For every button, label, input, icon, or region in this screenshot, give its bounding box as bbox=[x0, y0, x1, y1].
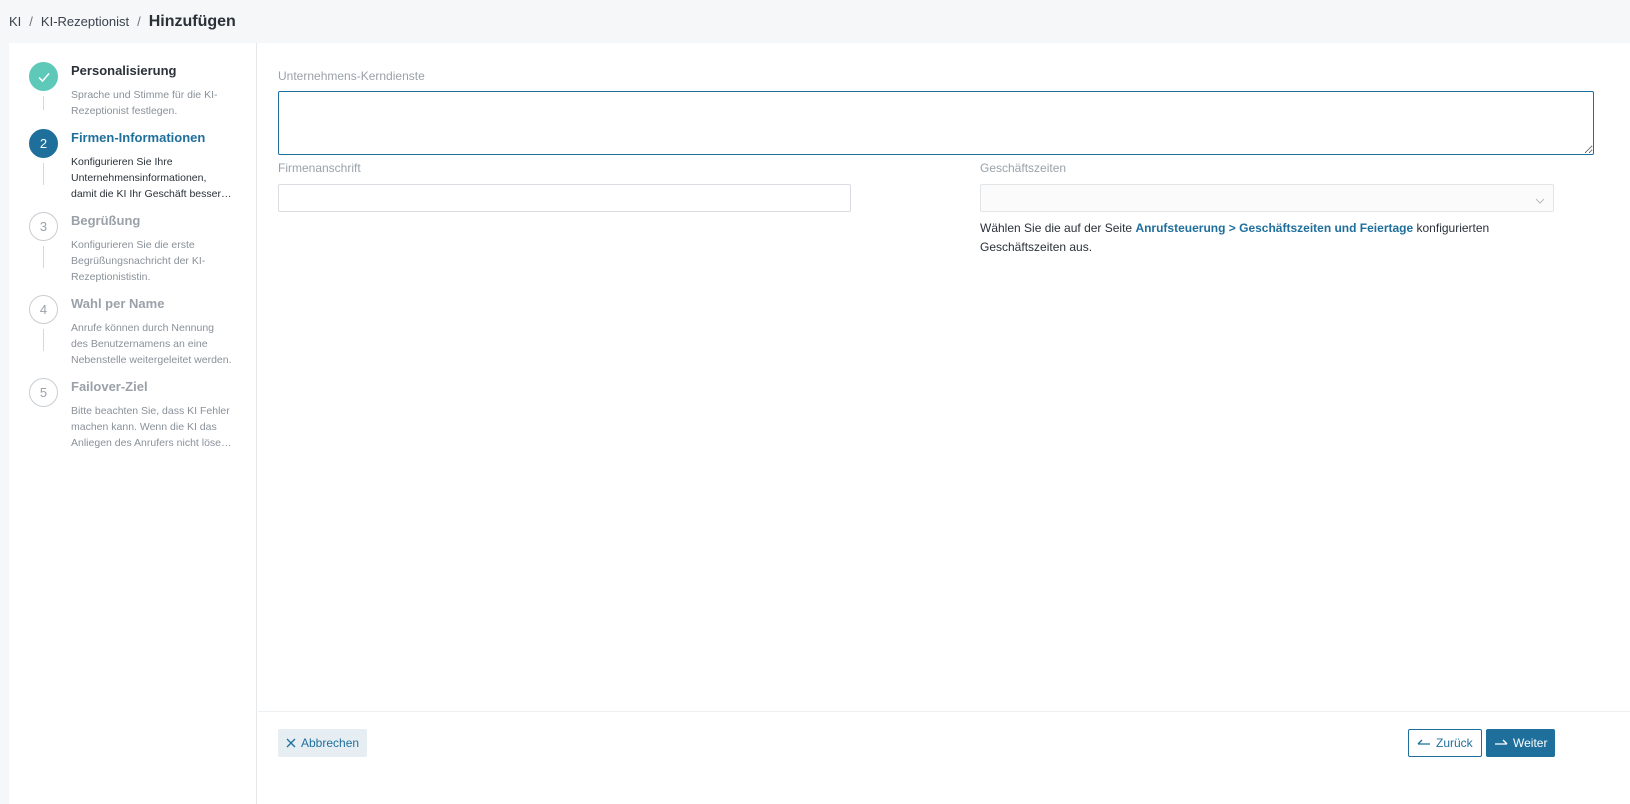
step-description: Konfigurieren Sie Ihre Unternehmensinfor… bbox=[71, 156, 232, 200]
page-title: Hinzufügen bbox=[148, 12, 236, 30]
breadcrumb: KI / KI-Rezeptionist / Hinzufügen bbox=[0, 0, 1630, 43]
step-description: Sprache und Stimme für die KI- Rezeption… bbox=[71, 89, 218, 117]
next-button[interactable]: Weiter bbox=[1486, 729, 1556, 757]
core-services-textarea[interactable] bbox=[278, 91, 1594, 155]
business-hours-label: Geschäftszeiten bbox=[980, 161, 1067, 175]
close-icon bbox=[286, 738, 296, 748]
step-connector bbox=[43, 163, 44, 185]
step-number-badge: 4 bbox=[29, 295, 58, 324]
address-input[interactable] bbox=[278, 184, 851, 212]
step-number-badge: 5 bbox=[29, 378, 58, 407]
next-label: Weiter bbox=[1513, 736, 1548, 750]
step-title: Firmen-Informationen bbox=[71, 130, 206, 145]
step-connector bbox=[43, 246, 44, 268]
wizard-footer: Abbrechen Zurück Weiter bbox=[258, 711, 1630, 804]
breadcrumb-ki[interactable]: KI bbox=[9, 14, 21, 29]
breadcrumb-ki-rezeptionist[interactable]: KI-Rezeptionist bbox=[41, 14, 129, 29]
step-number-badge: 3 bbox=[29, 212, 58, 241]
cancel-label: Abbrechen bbox=[301, 736, 360, 750]
step-description: Bitte beachten Sie, dass KI Fehler mache… bbox=[71, 405, 232, 449]
breadcrumb-separator: / bbox=[137, 14, 141, 29]
step-number-badge: 2 bbox=[29, 129, 58, 158]
step-description: Anrufe können durch Nennung des Benutzer… bbox=[71, 322, 232, 366]
business-hours-select[interactable] bbox=[980, 184, 1554, 212]
step-connector bbox=[43, 96, 44, 110]
step-title: Begrüßung bbox=[71, 213, 141, 228]
call-routing-hours-link[interactable]: Anrufsteuerung > Geschäftszeiten und Fei… bbox=[1135, 221, 1413, 235]
back-button[interactable]: Zurück bbox=[1408, 729, 1482, 757]
step-done-check-icon bbox=[29, 62, 58, 91]
wizard-panel: Personalisierung Sprache und Stimme für … bbox=[9, 43, 1630, 804]
business-hours-hint: Wählen Sie die auf der Seite Anrufsteuer… bbox=[980, 221, 1490, 254]
chevron-down-icon bbox=[1535, 193, 1545, 204]
breadcrumb-separator: / bbox=[29, 14, 33, 29]
form-content: Unternehmens-Kerndienste Firmenanschrift… bbox=[258, 43, 1630, 804]
core-services-label: Unternehmens-Kerndienste bbox=[278, 69, 425, 83]
step-connector bbox=[43, 329, 44, 351]
address-label: Firmenanschrift bbox=[278, 161, 361, 175]
step-title: Wahl per Name bbox=[71, 296, 165, 311]
arrow-left-icon bbox=[1417, 739, 1431, 747]
wizard-steps: Personalisierung Sprache und Stimme für … bbox=[9, 43, 257, 804]
cancel-button[interactable]: Abbrechen bbox=[278, 729, 368, 757]
step-title: Failover-Ziel bbox=[71, 379, 148, 394]
step-title: Personalisierung bbox=[71, 63, 177, 78]
step-description: Konfigurieren Sie die erste Begrüßungsna… bbox=[71, 239, 206, 283]
back-label: Zurück bbox=[1436, 736, 1473, 750]
arrow-right-icon bbox=[1494, 739, 1508, 747]
